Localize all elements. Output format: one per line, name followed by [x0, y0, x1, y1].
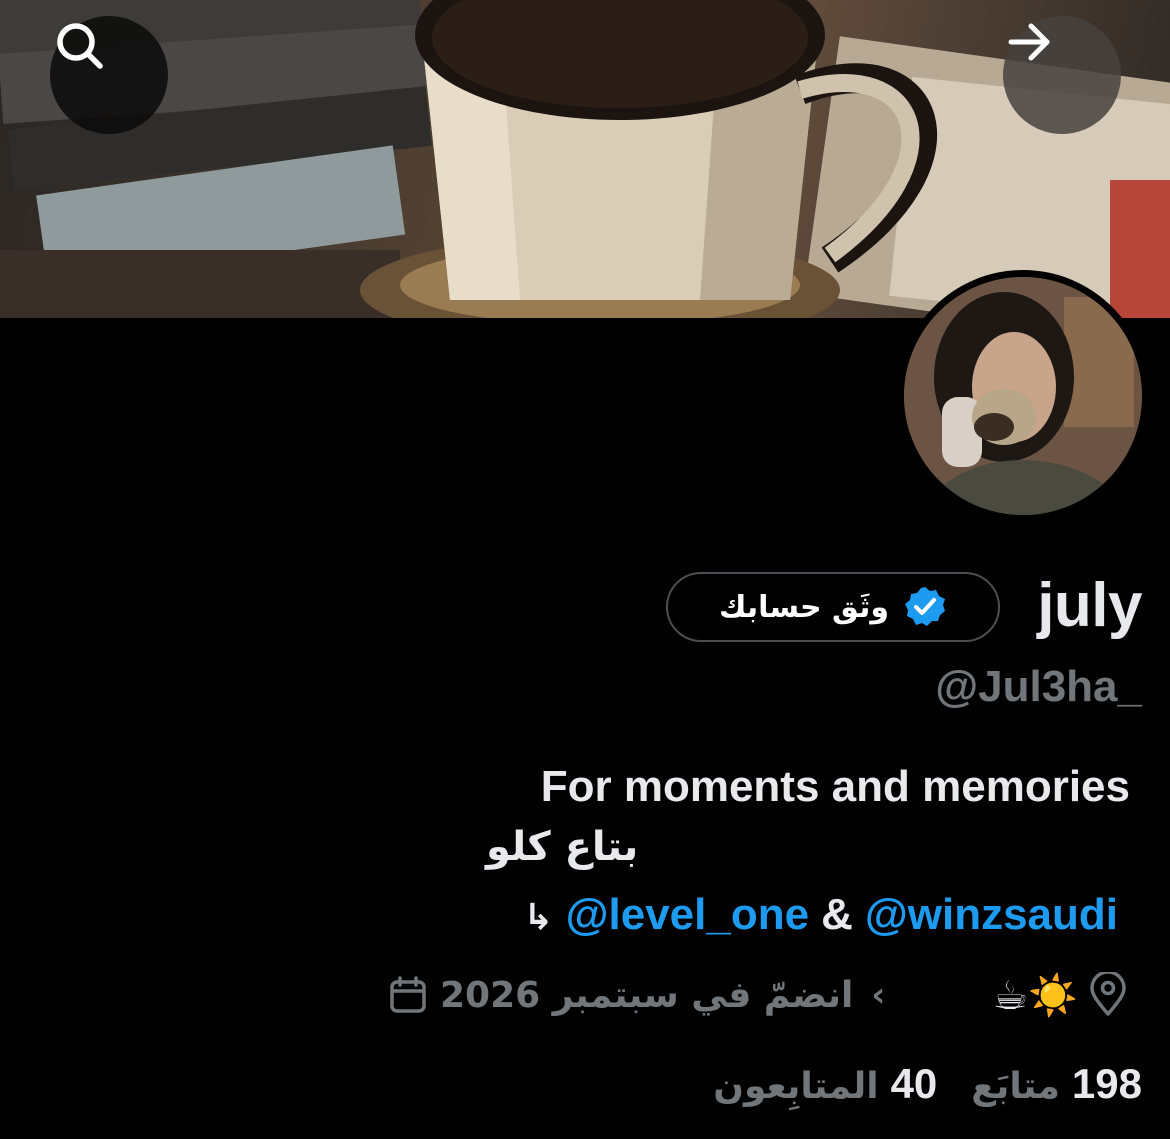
verify-account-button[interactable]: وثَق حسابك — [666, 572, 1000, 642]
followers-count-link[interactable]: 40 المتابِعون — [713, 1060, 937, 1108]
forward-button[interactable] — [1003, 16, 1121, 134]
bio-line-3: ↳ @level_one & @winzsaudi — [523, 890, 1118, 940]
chevron-left-icon[interactable]: ‹ — [871, 975, 885, 1015]
avatar-image — [904, 277, 1142, 515]
following-label: متابَع — [971, 1066, 1060, 1107]
display-name: july — [1037, 571, 1142, 640]
bio-arrow-glyph: ↳ — [523, 897, 554, 938]
banner-illustration — [0, 0, 1170, 318]
profile-page: july وثَق حسابك @Jul3ha_ For moments and… — [0, 0, 1170, 1139]
follow-counts: 198 متابَع 40 المتابِعون — [713, 1060, 1142, 1108]
user-handle: @Jul3ha_ — [935, 662, 1142, 711]
verified-badge-icon — [905, 587, 945, 626]
location: ☕☀️ — [992, 972, 1128, 1019]
mention-link-level-one[interactable]: @level_one — [566, 890, 809, 940]
calendar-icon — [390, 976, 426, 1013]
followers-count: 40 — [890, 1060, 938, 1107]
mention-link-winzsaudi[interactable]: @winzsaudi — [865, 890, 1118, 940]
bio-line-1: For moments and memories — [540, 762, 1130, 811]
search-icon — [57, 23, 103, 69]
following-count: 198 — [1071, 1060, 1142, 1107]
bio-ampersand: & — [821, 890, 853, 939]
following-count-link[interactable]: 198 متابَع — [971, 1060, 1142, 1108]
joined-date: انضمّ في سبتمبر 2026 ‹ — [388, 975, 885, 1016]
search-button[interactable] — [50, 16, 168, 134]
header-banner-image[interactable] — [0, 0, 1170, 318]
joined-date-text: انضمّ في سبتمبر 2026 — [440, 974, 854, 1016]
verify-account-label: وثَق حسابك — [718, 589, 889, 625]
location-pin-icon — [1090, 972, 1126, 1016]
profile-meta-row: انضمّ في سبتمبر 2026 ‹ ☕☀️ — [388, 962, 1128, 1028]
location-emoji-text: ☕☀️ — [992, 972, 1078, 1019]
avatar[interactable] — [897, 270, 1149, 522]
bio-line-2: بتاع كلو — [486, 824, 639, 870]
followers-label: المتابِعون — [713, 1066, 879, 1107]
arrow-right-icon — [1008, 23, 1050, 61]
